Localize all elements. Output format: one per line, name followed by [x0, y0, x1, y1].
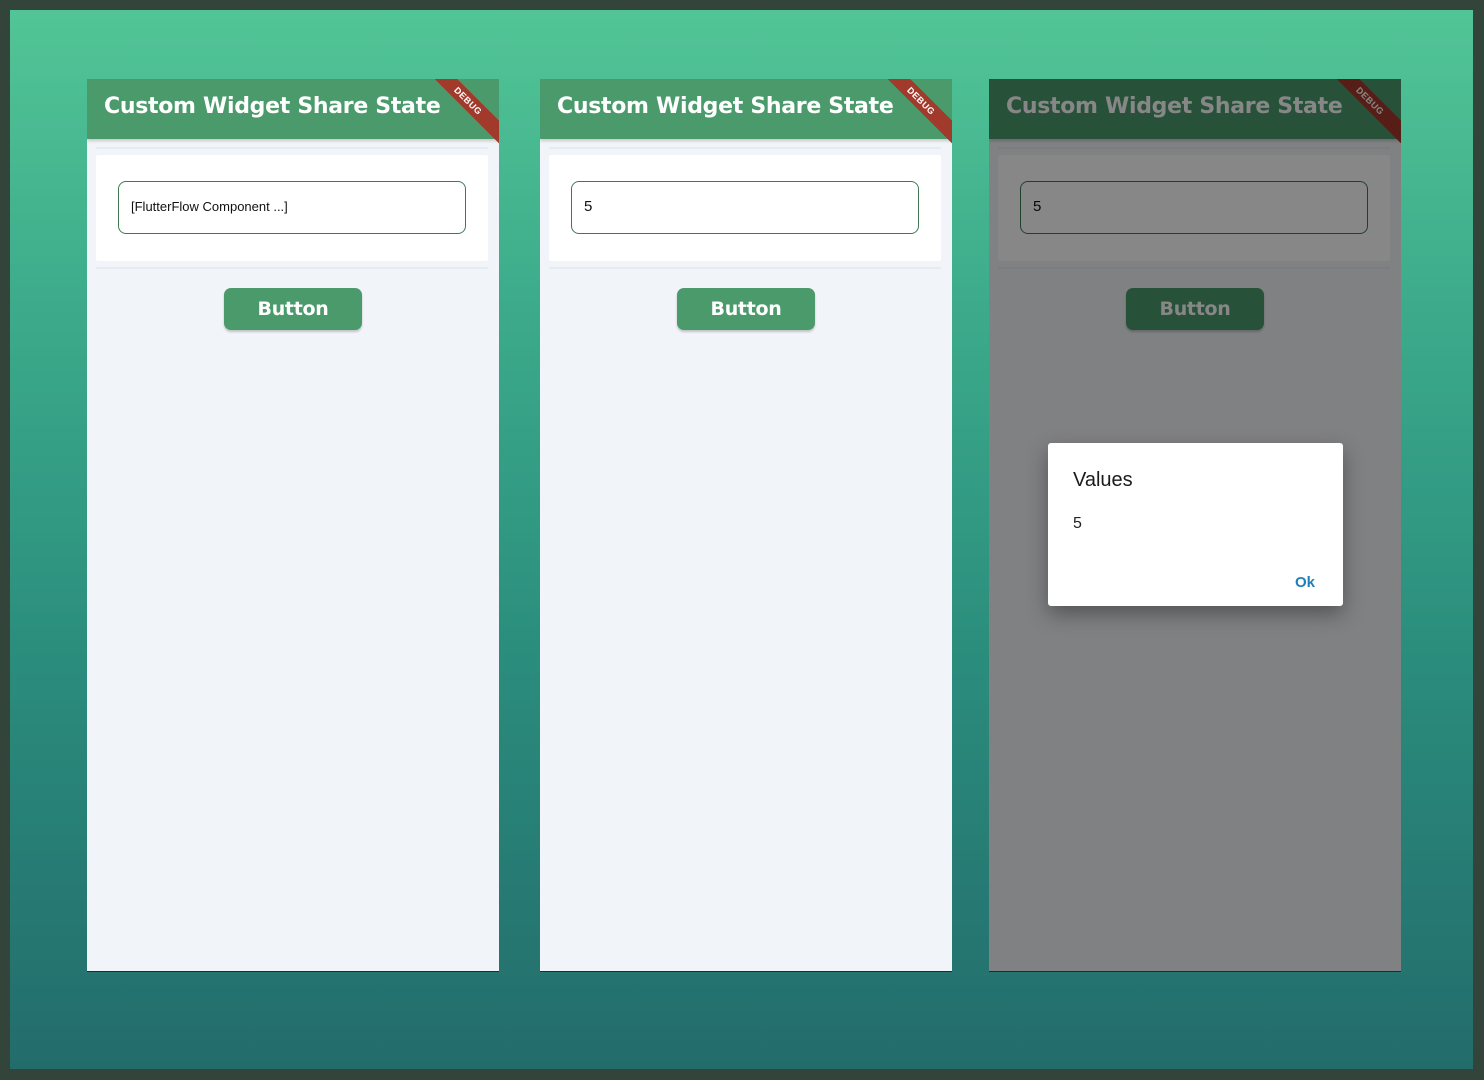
app-bar: Custom Widget Share State DEBUG: [87, 79, 499, 153]
app-bar-title: Custom Widget Share State: [557, 94, 894, 119]
submit-button[interactable]: Button: [224, 288, 362, 330]
app-bar: Custom Widget Share State DEBUG: [540, 79, 952, 153]
custom-widget-card: [FlutterFlow Component ...]: [96, 155, 488, 261]
dialog-value: 5: [1073, 515, 1082, 532]
text-input-value: 5: [584, 198, 593, 215]
divider: [96, 267, 488, 269]
values-dialog: Values 5 Ok: [1048, 443, 1343, 606]
text-input-value: [FlutterFlow Component ...]: [131, 199, 288, 214]
divider: [549, 147, 941, 149]
phone-screen-1: Custom Widget Share State DEBUG [Flutter…: [87, 79, 499, 971]
dialog-title: Values: [1073, 469, 1133, 491]
divider: [549, 267, 941, 269]
phone-screen-2: Custom Widget Share State DEBUG 5 Button: [540, 79, 952, 971]
text-input-field[interactable]: [FlutterFlow Component ...]: [118, 181, 466, 234]
ok-button[interactable]: Ok: [1295, 574, 1315, 591]
text-input-field[interactable]: 5: [571, 181, 919, 234]
custom-widget-card: 5: [549, 155, 941, 261]
divider: [96, 147, 488, 149]
submit-button[interactable]: Button: [677, 288, 815, 330]
app-bar-title: Custom Widget Share State: [104, 94, 441, 119]
